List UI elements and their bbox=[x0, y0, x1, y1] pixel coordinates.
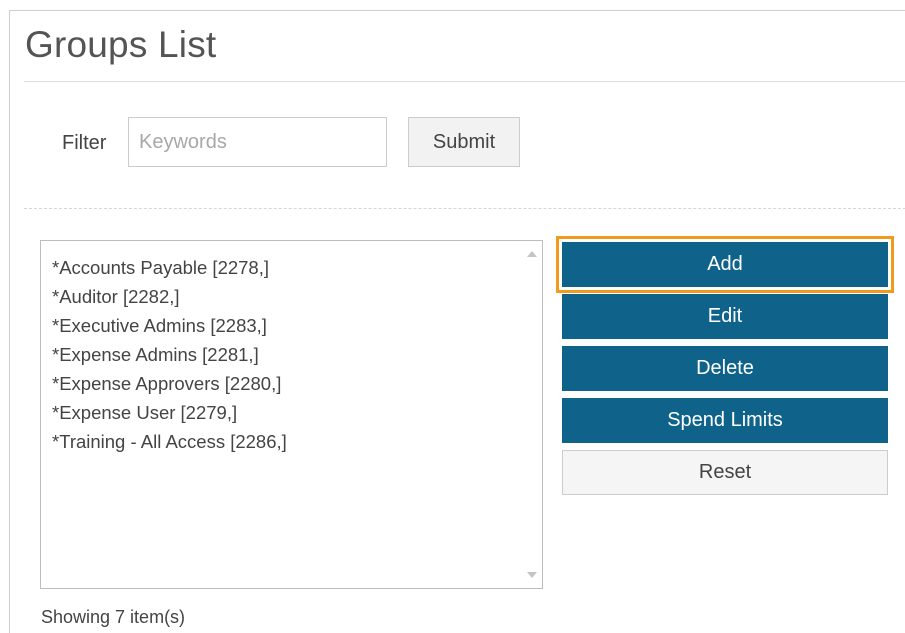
delete-button[interactable]: Delete bbox=[562, 346, 888, 391]
title-divider bbox=[24, 81, 905, 82]
list-item[interactable]: *Expense Admins [2281,] bbox=[52, 340, 287, 369]
filter-keywords-input[interactable] bbox=[128, 117, 387, 167]
listbox-scrollbar[interactable] bbox=[522, 241, 542, 588]
groups-listbox[interactable]: *Accounts Payable [2278,] *Auditor [2282… bbox=[40, 240, 543, 589]
add-button[interactable]: Add bbox=[556, 236, 894, 293]
item-count-status: Showing 7 item(s) bbox=[41, 607, 186, 627]
scroll-up-arrow-icon[interactable] bbox=[527, 251, 537, 257]
submit-button[interactable]: Submit bbox=[408, 117, 520, 167]
groups-list-panel: Groups List Filter Submit *Accounts Paya… bbox=[9, 10, 905, 633]
filter-label: Filter bbox=[62, 132, 107, 154]
list-item[interactable]: *Executive Admins [2283,] bbox=[52, 311, 287, 340]
section-divider bbox=[24, 208, 905, 209]
list-item[interactable]: *Expense User [2279,] bbox=[52, 398, 287, 427]
groups-list: *Accounts Payable [2278,] *Auditor [2282… bbox=[52, 253, 287, 456]
spend-limits-button[interactable]: Spend Limits bbox=[562, 398, 888, 443]
page-title: Groups List bbox=[25, 24, 217, 65]
list-item[interactable]: *Auditor [2282,] bbox=[52, 282, 287, 311]
list-item[interactable]: *Expense Approvers [2280,] bbox=[52, 369, 287, 398]
list-item[interactable]: *Training - All Access [2286,] bbox=[52, 427, 287, 456]
edit-button[interactable]: Edit bbox=[562, 294, 888, 339]
reset-button[interactable]: Reset bbox=[562, 450, 888, 495]
list-item[interactable]: *Accounts Payable [2278,] bbox=[52, 253, 287, 282]
scroll-down-arrow-icon[interactable] bbox=[527, 572, 537, 578]
